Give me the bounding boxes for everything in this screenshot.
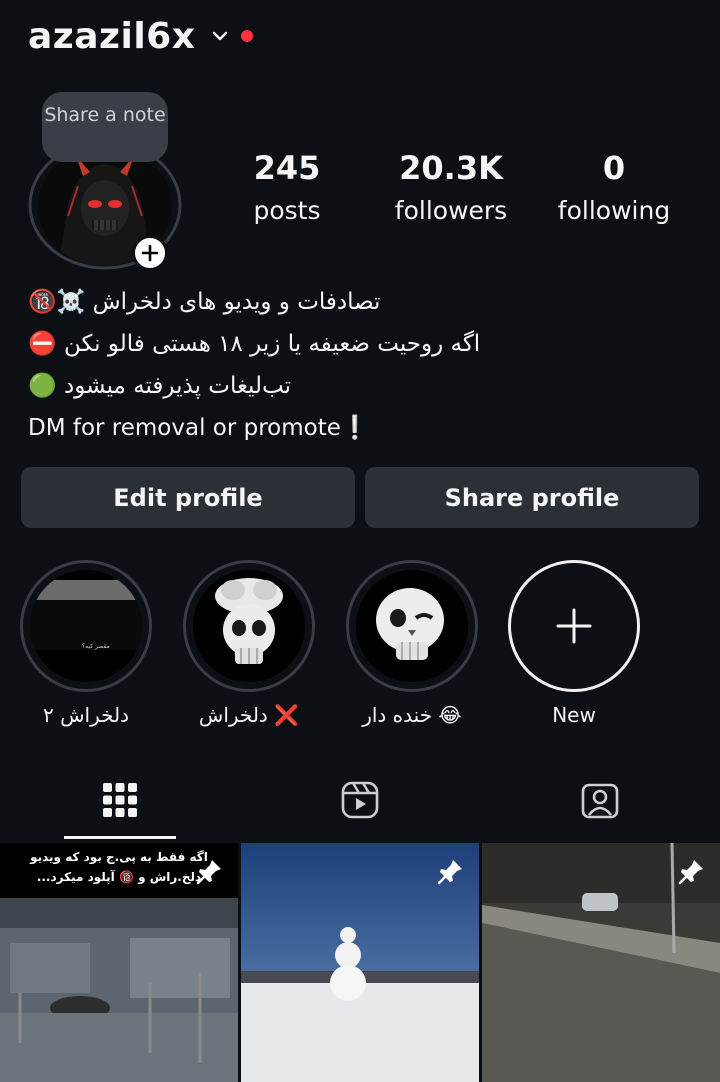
grid-icon (103, 783, 137, 817)
tagged-person-icon (581, 783, 619, 819)
highlight-3-cover (356, 570, 468, 682)
highlight-2-label: دلخراش ❌ (198, 703, 300, 727)
tab-tagged[interactable] (480, 760, 720, 840)
highlight-1-cover-text: مقصر کیه؟ (82, 643, 110, 650)
highlight-2-cover (193, 570, 305, 682)
active-tab-indicator (64, 836, 176, 839)
highlight-3[interactable]: خنده دار 😂 (346, 560, 478, 730)
bio: تصادفات و ویدیو های دلخراش ☠️🔞 اگه روحیت… (28, 281, 708, 449)
posts-count[interactable]: 245 posts (237, 148, 337, 228)
edit-profile-button[interactable]: Edit profile (21, 467, 355, 528)
pin-icon (678, 860, 703, 885)
highlight-1[interactable]: مقصر کیه؟ دلخراش ۲ (20, 560, 152, 730)
bio-line-3: تب‌لیغات پذیرفته میشود 🟢 (28, 373, 291, 399)
highlight-1-label: دلخراش ۲ (42, 703, 130, 727)
highlight-3-ring (346, 560, 478, 692)
following-count[interactable]: 0 following (552, 148, 676, 228)
add-story-button[interactable] (132, 235, 168, 271)
post-thumbnail-3[interactable] (482, 843, 720, 1082)
account-switcher[interactable]: azazil6x (28, 14, 254, 58)
followers-label: followers (394, 196, 508, 225)
followers-value: 20.3K (399, 149, 503, 187)
share-profile-button[interactable]: Share profile (365, 467, 699, 528)
pin-icon (196, 860, 221, 885)
highlight-3-label: خنده دار 😂 (362, 703, 462, 727)
username: azazil6x (28, 15, 196, 57)
exploding-skull-icon (193, 570, 305, 682)
highlight-1-ring: مقصر کیه؟ (20, 560, 152, 692)
winking-skull-icon (356, 570, 468, 682)
tab-posts-grid[interactable] (0, 760, 240, 840)
post-thumbnail-2[interactable] (241, 843, 479, 1082)
profile-tabs (0, 760, 720, 840)
new-highlight-ring (508, 560, 640, 692)
followers-count[interactable]: 20.3K followers (386, 148, 516, 228)
bio-line-4: DM for removal or promote❕ (28, 415, 370, 441)
following-label: following (557, 196, 671, 225)
following-value: 0 (602, 149, 626, 187)
bio-line-1: تصادفات و ویدیو های دلخراش ☠️🔞 (28, 289, 381, 315)
posts-value: 245 (253, 149, 321, 187)
share-note-bubble[interactable]: Share a note (42, 92, 168, 162)
bio-line-2: اگه روحیت ضعیفه یا زیر ۱۸ هستی فالو نکن … (28, 331, 481, 357)
plus-icon (141, 244, 159, 262)
posts-label: posts (253, 196, 321, 225)
tab-reels[interactable] (240, 760, 480, 840)
new-highlight-label: New (552, 703, 596, 727)
highlight-1-cover: مقصر کیه؟ (30, 570, 142, 682)
pin-icon (437, 860, 462, 885)
new-highlight-button[interactable]: New (508, 560, 640, 730)
post-thumbnail-1[interactable]: اگه فقط به پی.ج بود که ویدیو دلخ.راش و 🔞… (0, 843, 238, 1082)
plus-icon (556, 608, 592, 644)
notification-dot (241, 30, 254, 42)
highlight-2[interactable]: دلخراش ❌ (183, 560, 315, 730)
reels-icon (341, 781, 379, 819)
highlight-2-ring (183, 560, 315, 692)
chevron-down-icon (213, 31, 228, 41)
